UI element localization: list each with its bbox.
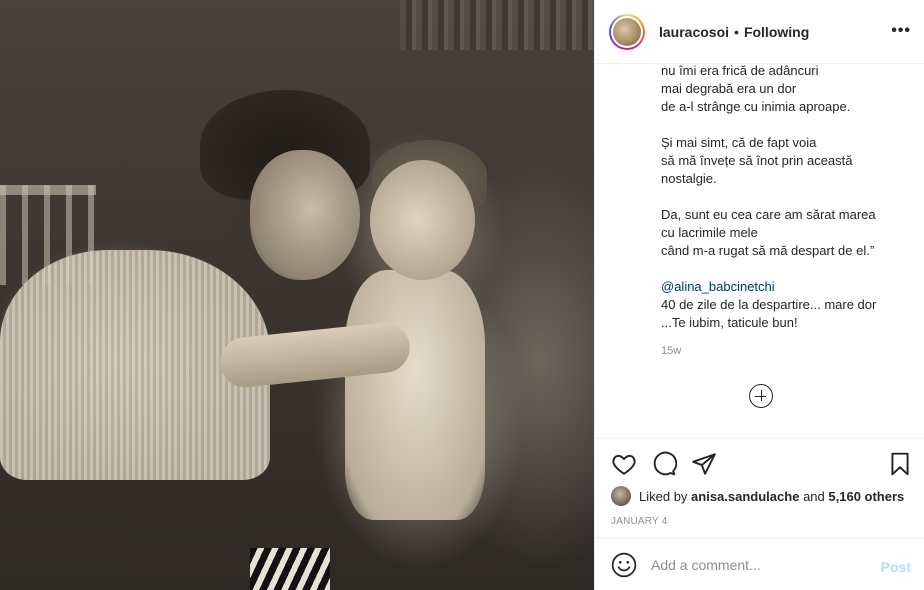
likes-summary: Liked by anisa.sandulache and 5,160 othe…: [611, 486, 904, 506]
more-horizontal-icon[interactable]: •••: [891, 22, 911, 40]
heart-icon[interactable]: [611, 451, 637, 477]
caption-line: Da, sunt eu cea care am sărat marea: [661, 207, 876, 222]
header-separator: •: [734, 23, 739, 40]
child-face: [370, 160, 475, 280]
smiley-icon[interactable]: [611, 552, 637, 578]
caption-line: mai degrabă era un dor: [661, 81, 797, 96]
post-time-ago[interactable]: 15w: [661, 345, 681, 357]
author-avatar[interactable]: [609, 13, 645, 50]
striped-sock: [250, 548, 330, 590]
caption-line: să mă învețe să înot prin această: [661, 153, 853, 168]
caption-gap: [661, 116, 916, 134]
post-side-panel: lauracosoi • Following ••• nu îmi era fr…: [594, 0, 924, 590]
post-date[interactable]: JANUARY 4: [611, 516, 667, 527]
bookshelf-background: [400, 0, 594, 50]
caption-gap: [661, 260, 916, 278]
caption-line: ...Te iubim, taticule bun!: [661, 315, 798, 330]
follow-status-button[interactable]: Following: [744, 24, 809, 40]
author-username[interactable]: lauracosoi: [659, 24, 729, 40]
bookmark-icon[interactable]: [887, 451, 913, 477]
liker-username[interactable]: anisa.sandulache: [691, 489, 799, 504]
caption-line: 40 de zile de la despartire... mare dor: [661, 297, 877, 312]
caption-line: de a-l strânge cu inimia aproape.: [661, 99, 851, 114]
comment-icon[interactable]: [651, 451, 678, 477]
post-comment-button[interactable]: Post: [881, 559, 911, 575]
child-body: [345, 270, 485, 520]
likes-prefix: Liked by: [639, 488, 688, 504]
load-more-comments-icon[interactable]: [749, 384, 773, 408]
post-photo[interactable]: [0, 0, 594, 590]
caption-line: când m-a rugat să mă despart de el.”: [661, 243, 875, 258]
comment-box: Post: [595, 538, 924, 590]
caption-line: Și mai simt, că de fapt voia: [661, 135, 817, 150]
liker-avatar[interactable]: [611, 486, 631, 506]
caption-mention-link[interactable]: @alina_babcinetchi: [661, 278, 916, 296]
man-face: [250, 150, 360, 280]
post-header: lauracosoi • Following •••: [595, 0, 924, 64]
post-actions-bar: [595, 438, 924, 486]
likes-others-link[interactable]: 5,160 others: [828, 489, 904, 504]
caption-line: nostalgie.: [661, 171, 717, 186]
caption-line: nu îmi era frică de adâncuri: [661, 63, 819, 78]
likes-conj: and: [803, 488, 825, 504]
caption-gap: [661, 188, 916, 206]
paper-plane-icon[interactable]: [691, 451, 717, 477]
comment-input[interactable]: [651, 556, 861, 573]
post-caption: nu îmi era frică de adâncuri mai degrabă…: [661, 62, 916, 332]
caption-line: cu lacrimile mele: [661, 225, 758, 240]
